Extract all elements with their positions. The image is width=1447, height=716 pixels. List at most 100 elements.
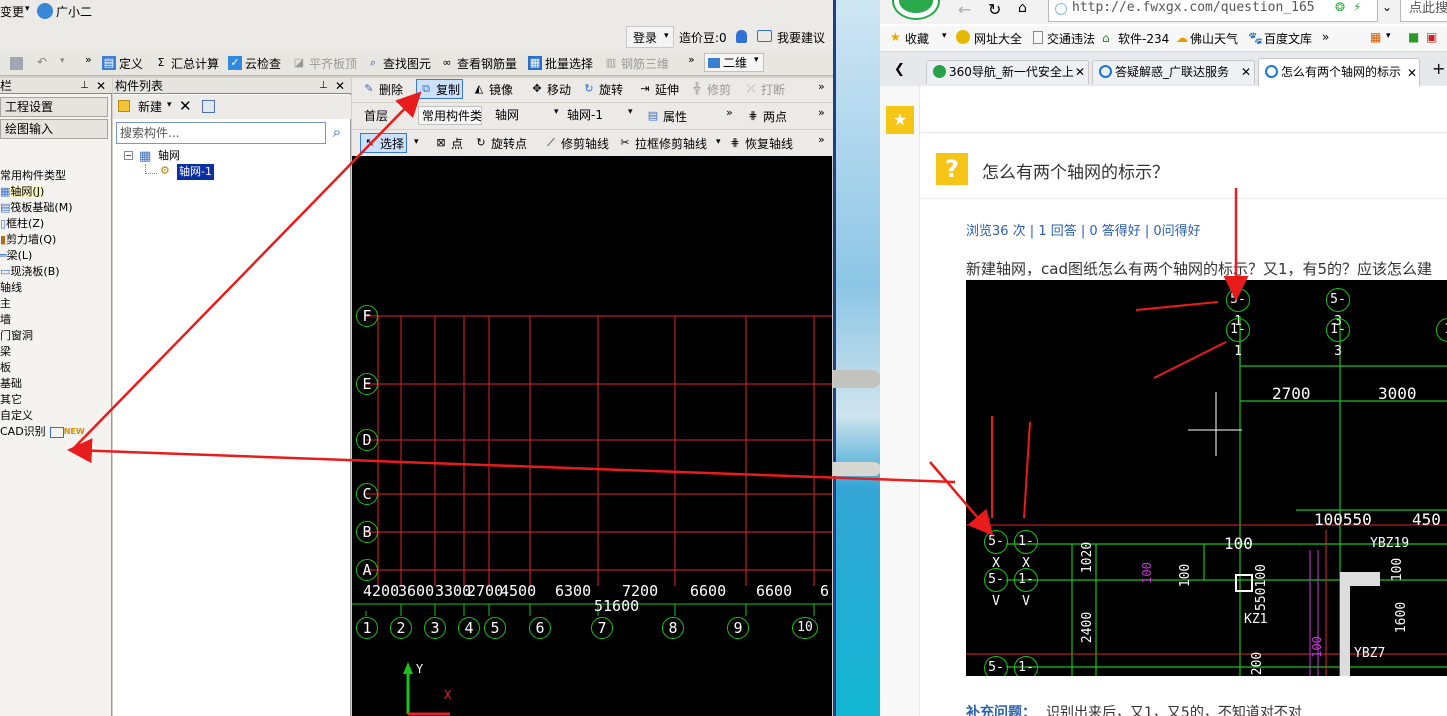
- favorites-dropdown-icon[interactable]: ▾: [942, 31, 947, 41]
- bookmark-favorites[interactable]: 收藏: [905, 31, 929, 47]
- bookmark-nav[interactable]: 网址大全: [974, 31, 1022, 47]
- trim-axis-button[interactable]: ⟋ 修剪轴线: [542, 133, 611, 153]
- apps-dropdown-icon[interactable]: ▾: [1386, 31, 1391, 41]
- point-button[interactable]: ⊠ 点: [432, 133, 465, 153]
- save-icon[interactable]: [10, 57, 23, 70]
- dropdown-icon[interactable]: ▾: [25, 4, 30, 14]
- back-icon[interactable]: ←: [958, 0, 971, 19]
- bookmark-software[interactable]: 软件-234: [1118, 31, 1169, 47]
- tree-item-axis-line[interactable]: 轴线: [0, 280, 22, 296]
- new-tab-icon[interactable]: +: [1432, 59, 1445, 78]
- search-box[interactable]: 点此搜: [1400, 0, 1447, 22]
- flat-top-button[interactable]: ◪ 平齐板顶: [290, 53, 359, 73]
- refresh-icon[interactable]: ↻: [988, 0, 1001, 19]
- copy-button[interactable]: ⧉ 复制: [416, 79, 464, 99]
- question-image[interactable]: 5-1 5-3 1-1 1-3 1 5-X 1-X 5-V 1-V 5-S 1-…: [966, 280, 1447, 676]
- new-button[interactable]: 新建: [138, 99, 162, 115]
- restore-axis-button[interactable]: ⋕ 恢复轴线: [726, 133, 795, 153]
- tab-answers[interactable]: 答疑解惑_广联达服务 ✕: [1092, 60, 1255, 84]
- select-dropdown-icon[interactable]: ▾: [414, 137, 419, 147]
- move-button[interactable]: ✥ 移动: [528, 79, 573, 99]
- overflow-icon-6[interactable]: »: [818, 133, 825, 146]
- tab-scroll-left-icon[interactable]: ❮: [894, 62, 905, 77]
- tree-item-openings[interactable]: 门窗洞: [0, 328, 33, 344]
- drawing-input-button[interactable]: 绘图输入: [0, 119, 108, 139]
- ext-icon[interactable]: ■: [1408, 30, 1419, 44]
- login-dropdown-icon[interactable]: ▾: [664, 31, 669, 41]
- break-button[interactable]: ⤫ 打断: [742, 79, 787, 99]
- extend-button[interactable]: ⇥ 延伸: [636, 79, 681, 99]
- view-mode-select[interactable]: 二维 ▾: [704, 53, 764, 72]
- tree-item-main[interactable]: 主: [0, 296, 11, 312]
- browser-logo-icon[interactable]: [894, 0, 938, 18]
- tree-item-common[interactable]: 常用构件类型: [0, 168, 66, 184]
- url-dropdown-icon[interactable]: ⌄: [1382, 0, 1392, 14]
- suggest-icon[interactable]: [757, 30, 772, 42]
- rotate-point-button[interactable]: ↻ 旋转点: [472, 133, 529, 153]
- floor-select[interactable]: 首层: [364, 108, 388, 124]
- batch-select-button[interactable]: ▦ 批量选择: [526, 53, 595, 73]
- undo-dropdown-icon[interactable]: ▾: [60, 56, 65, 66]
- component-type-select[interactable]: 常用构件类: [418, 106, 482, 125]
- component-root[interactable]: 轴网: [158, 148, 180, 164]
- delete-button[interactable]: ✎ 删除: [360, 79, 405, 99]
- ext-icon-2[interactable]: ▣: [1426, 30, 1437, 44]
- login-label[interactable]: 登录: [633, 30, 657, 46]
- component-search-box[interactable]: 搜索构件...: [116, 122, 326, 144]
- overflow-icon-5[interactable]: »: [818, 106, 825, 119]
- overflow-icon[interactable]: »: [85, 53, 92, 66]
- overflow-icon-3[interactable]: »: [818, 80, 825, 93]
- tree-item-cad-recognition[interactable]: CAD识别 NEW: [0, 424, 85, 440]
- define-button[interactable]: ▤ 定义: [100, 53, 145, 73]
- view-rebar-button[interactable]: ∞ 查看钢筋量: [438, 53, 519, 73]
- project-settings-button[interactable]: 工程设置: [0, 97, 108, 117]
- box-trim-dropdown-icon[interactable]: ▾: [716, 137, 721, 147]
- overflow-icon-2[interactable]: »: [688, 53, 695, 66]
- tree-item-shear-wall[interactable]: ▮剪力墙(Q): [0, 232, 56, 248]
- tab-360-close-icon[interactable]: ✕: [1075, 61, 1085, 83]
- rebar-3d-button[interactable]: ▥ 钢筋三维: [602, 53, 671, 73]
- tree-item-beam-group[interactable]: 梁: [0, 344, 11, 360]
- bookmark-traffic[interactable]: 交通违法: [1047, 31, 1095, 47]
- tree-toggle-icon[interactable]: −: [124, 151, 133, 160]
- tree-item-column[interactable]: ▯框柱(Z): [0, 216, 44, 232]
- close-icon[interactable]: ✕: [96, 78, 106, 94]
- favorite-star-button[interactable]: ★: [886, 106, 914, 134]
- tree-item-axis-grid[interactable]: ▦轴网(J): [0, 184, 45, 200]
- axis-name-select[interactable]: 轴网-1 ▾: [564, 106, 636, 125]
- tab-answers-close-icon[interactable]: ✕: [1241, 61, 1251, 83]
- rotate-button[interactable]: ↻ 旋转: [580, 79, 625, 99]
- summary-button[interactable]: Σ 汇总计算: [152, 53, 221, 73]
- new-icon[interactable]: [118, 100, 130, 112]
- copy-icon[interactable]: [202, 100, 215, 113]
- url-input[interactable]: http://e.fwxgx.com/question_165 ❂ ⚡: [1048, 0, 1378, 22]
- tree-item-slab[interactable]: ▭现浇板(B): [0, 264, 60, 280]
- tree-item-other[interactable]: 其它: [0, 392, 22, 408]
- tab-360[interactable]: 360导航_新一代安全上 ✕: [926, 60, 1089, 84]
- pin-icon[interactable]: ⊥: [80, 78, 89, 94]
- assistant-label[interactable]: 广小二: [56, 4, 92, 20]
- select-button[interactable]: ↖ 选择: [360, 133, 408, 153]
- trim-button[interactable]: ╬ 修剪: [688, 79, 733, 99]
- box-trim-button[interactable]: ✂ 拉框修剪轴线: [616, 133, 709, 153]
- axis-type-select[interactable]: 轴网 ▾: [488, 106, 559, 125]
- tree-item-custom[interactable]: 自定义: [0, 408, 33, 424]
- tab-question-close-icon[interactable]: ✕: [1407, 62, 1417, 84]
- cad-canvas[interactable]: F E D C B A 4200 3600 3300 2700 4500 630…: [352, 156, 832, 716]
- new-dropdown-icon[interactable]: ▾: [167, 100, 172, 110]
- overflow-icon-4[interactable]: »: [726, 106, 733, 119]
- undo-icon[interactable]: ↶: [37, 55, 47, 69]
- tree-item-beam[interactable]: ═梁(L): [0, 248, 32, 264]
- find-element-button[interactable]: ⌕ 查找图元: [364, 53, 433, 73]
- home-icon[interactable]: ⌂: [1018, 0, 1027, 16]
- overflow-icon-7[interactable]: »: [1322, 30, 1329, 44]
- tree-item-foundation[interactable]: 基础: [0, 376, 22, 392]
- close-icon-2[interactable]: ✕: [335, 78, 345, 94]
- tab-question[interactable]: 怎么有两个轴网的标示 ✕: [1258, 58, 1420, 86]
- search-icon[interactable]: ⌕: [327, 123, 347, 143]
- pin-icon-2[interactable]: ⊥: [319, 78, 328, 94]
- tree-item-raft[interactable]: ▤筏板基础(M): [0, 200, 72, 216]
- cloud-check-button[interactable]: ✓ 云检查: [226, 53, 283, 73]
- apps-icon[interactable]: ▦: [1370, 30, 1381, 44]
- mirror-button[interactable]: ◭ 镜像: [470, 79, 515, 99]
